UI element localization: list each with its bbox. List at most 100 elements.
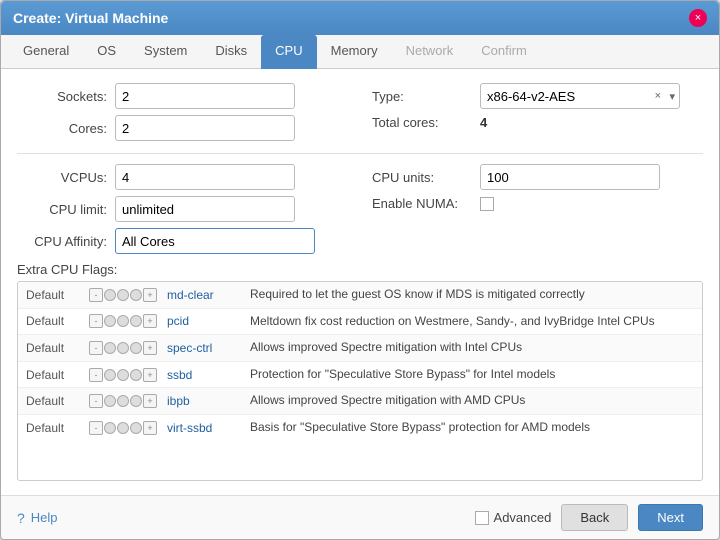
- dialog-title: Create: Virtual Machine: [13, 10, 168, 26]
- tab-disks[interactable]: Disks: [201, 35, 261, 68]
- flag-minus[interactable]: -: [89, 314, 103, 328]
- flag-toggle: - +: [89, 314, 159, 328]
- dialog-footer: ? Help Advanced Back Next: [1, 495, 719, 539]
- type-select-wrap: x86-64-v2-AES × ▾: [480, 83, 680, 109]
- flag-row: Default - + md-clear Required to let the…: [18, 282, 702, 309]
- flag-name: ibpb: [167, 394, 242, 408]
- flag-row: Default - + spec-ctrl Allows improved Sp…: [18, 335, 702, 362]
- extra-flags-label: Extra CPU Flags:: [17, 262, 703, 277]
- right-col: Type: x86-64-v2-AES × ▾ Total cores: 4: [372, 83, 703, 143]
- cpu-limit-row: CPU limit: ▲ ▼: [17, 196, 348, 222]
- flag-circles: [104, 422, 142, 434]
- flag-circle-3: [130, 315, 142, 327]
- flag-default: Default: [26, 394, 81, 408]
- flag-circle-1: [104, 395, 116, 407]
- tab-os[interactable]: OS: [83, 35, 130, 68]
- flag-plus[interactable]: +: [143, 421, 157, 435]
- vcpus-input[interactable]: [116, 168, 295, 187]
- tab-cpu[interactable]: CPU: [261, 35, 316, 69]
- sockets-row: Sockets: ▲ ▼: [17, 83, 348, 109]
- flag-desc: Allows improved Spectre mitigation with …: [250, 340, 694, 356]
- flag-circle-3: [130, 289, 142, 301]
- flag-desc: Required to let the guest OS know if MDS…: [250, 287, 694, 303]
- cpu-units-input[interactable]: [481, 168, 660, 187]
- total-cores-value: 4: [480, 115, 487, 130]
- cpu-affinity-row: CPU Affinity:: [17, 228, 348, 254]
- flag-minus[interactable]: -: [89, 421, 103, 435]
- flag-circle-3: [130, 369, 142, 381]
- flag-plus[interactable]: +: [143, 288, 157, 302]
- left-col: Sockets: ▲ ▼ Cores: ▲: [17, 83, 348, 143]
- cpu-units-row: CPU units: ▲ ▼: [372, 164, 703, 190]
- tab-memory[interactable]: Memory: [317, 35, 392, 68]
- flag-circles: [104, 342, 142, 354]
- close-button[interactable]: ×: [689, 9, 707, 27]
- back-button[interactable]: Back: [561, 504, 628, 531]
- flag-toggle: - +: [89, 288, 159, 302]
- cpu-limit-label: CPU limit:: [17, 202, 107, 217]
- cpu-limit-input[interactable]: [116, 200, 295, 219]
- flag-circle-1: [104, 289, 116, 301]
- flag-plus[interactable]: +: [143, 341, 157, 355]
- flag-circles: [104, 369, 142, 381]
- flag-minus[interactable]: -: [89, 368, 103, 382]
- advanced-label: Advanced: [494, 510, 552, 525]
- advanced-wrap: Advanced: [475, 510, 552, 525]
- flag-row: Default - + ibpb Allows improved Spectre…: [18, 388, 702, 415]
- flag-plus[interactable]: +: [143, 394, 157, 408]
- flag-plus[interactable]: +: [143, 368, 157, 382]
- flags-table-inner: Default - + md-clear Required to let the…: [18, 282, 702, 480]
- enable-numa-checkbox[interactable]: [480, 197, 494, 211]
- flag-default: Default: [26, 421, 81, 435]
- flag-desc: Allows improved Spectre mitigation with …: [250, 393, 694, 409]
- flag-default: Default: [26, 341, 81, 355]
- footer-right: Advanced Back Next: [475, 504, 703, 531]
- extra-flags-section: Extra CPU Flags: Default - + md-clear Re…: [17, 262, 703, 481]
- flag-desc: Basis for "Speculative Store Bypass" pro…: [250, 420, 694, 436]
- flag-name: virt-ssbd: [167, 421, 242, 435]
- middle-form: VCPUs: ▲ ▼ CPU limit: ▲: [17, 164, 703, 256]
- flag-circles: [104, 315, 142, 327]
- flag-circle-3: [130, 342, 142, 354]
- flag-default: Default: [26, 368, 81, 382]
- flag-circle-3: [130, 395, 142, 407]
- flag-default: Default: [26, 288, 81, 302]
- flag-desc: Meltdown fix cost reduction on Westmere,…: [250, 314, 694, 330]
- total-cores-label: Total cores:: [372, 115, 472, 130]
- type-label: Type:: [372, 89, 472, 104]
- flag-toggle: - +: [89, 368, 159, 382]
- sockets-label: Sockets:: [17, 89, 107, 104]
- flag-name: spec-ctrl: [167, 341, 242, 355]
- next-button[interactable]: Next: [638, 504, 703, 531]
- help-label[interactable]: Help: [31, 510, 58, 525]
- tab-system[interactable]: System: [130, 35, 201, 68]
- flag-toggle: - +: [89, 341, 159, 355]
- flag-name: pcid: [167, 314, 242, 328]
- flag-circle-2: [117, 422, 129, 434]
- flags-scroll-area[interactable]: Default - + md-clear Required to let the…: [18, 282, 702, 480]
- sockets-input[interactable]: [116, 87, 295, 106]
- divider-1: [17, 153, 703, 154]
- cpu-affinity-input-wrap: [115, 228, 315, 254]
- flag-row: Default - + ssbd Protection for "Specula…: [18, 362, 702, 389]
- type-clear-icon[interactable]: ×: [655, 90, 661, 102]
- cores-input[interactable]: [116, 119, 295, 138]
- cpu-affinity-input[interactable]: [116, 232, 314, 251]
- flag-circle-2: [117, 289, 129, 301]
- advanced-checkbox[interactable]: [475, 511, 489, 525]
- type-select[interactable]: x86-64-v2-AES: [481, 87, 679, 106]
- flag-minus[interactable]: -: [89, 341, 103, 355]
- flags-table: Default - + md-clear Required to let the…: [17, 281, 703, 481]
- flag-plus[interactable]: +: [143, 314, 157, 328]
- flag-circle-1: [104, 369, 116, 381]
- tab-general[interactable]: General: [9, 35, 83, 68]
- flag-minus[interactable]: -: [89, 288, 103, 302]
- flag-minus[interactable]: -: [89, 394, 103, 408]
- cpu-units-input-wrap: ▲ ▼: [480, 164, 660, 190]
- cpu-affinity-label: CPU Affinity:: [17, 234, 107, 249]
- sockets-input-wrap: ▲ ▼: [115, 83, 295, 109]
- cores-row: Cores: ▲ ▼: [17, 115, 348, 141]
- flag-circle-2: [117, 395, 129, 407]
- cores-input-wrap: ▲ ▼: [115, 115, 295, 141]
- dialog-header: Create: Virtual Machine ×: [1, 1, 719, 35]
